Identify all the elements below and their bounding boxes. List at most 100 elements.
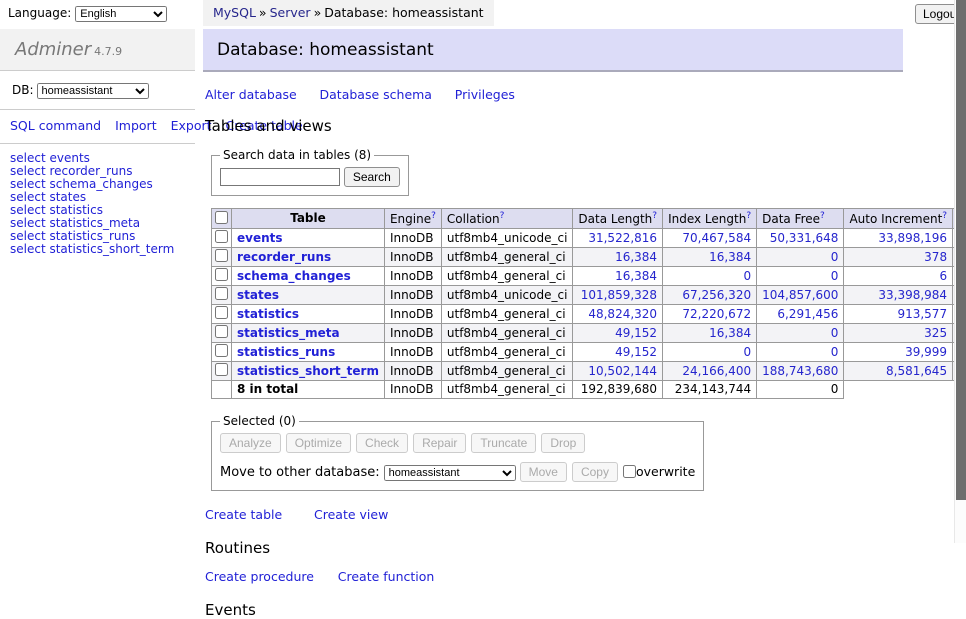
- table-link-statistics[interactable]: statistics: [237, 307, 299, 321]
- data-length-link[interactable]: 31,522,816: [588, 231, 657, 245]
- data-length-link[interactable]: 16,384: [615, 250, 657, 264]
- language-select[interactable]: English: [75, 6, 167, 22]
- create-table-link[interactable]: Create table: [205, 507, 282, 522]
- sidebar-item-events[interactable]: select events: [10, 152, 187, 165]
- move-database-select[interactable]: homeassistant: [384, 465, 516, 481]
- help-link[interactable]: ?: [500, 211, 505, 221]
- index-length-link[interactable]: 16,384: [709, 326, 751, 340]
- create-procedure-link[interactable]: Create procedure: [205, 569, 314, 584]
- move-button[interactable]: Move: [520, 462, 567, 482]
- data-length-link[interactable]: 48,824,320: [588, 307, 657, 321]
- analyze-button[interactable]: Analyze: [220, 433, 281, 453]
- sidebar-item-statistics_short_term[interactable]: select statistics_short_term: [10, 243, 187, 256]
- sidebar-action-sql-command[interactable]: SQL command: [10, 118, 101, 133]
- table-link-statistics_runs[interactable]: statistics_runs: [237, 345, 335, 359]
- help-link[interactable]: ?: [820, 211, 825, 221]
- breadcrumb-link-server[interactable]: Server: [270, 5, 311, 20]
- data-free-link[interactable]: 188,743,680: [762, 364, 838, 378]
- breadcrumb-current: Database: homeassistant: [324, 5, 483, 20]
- data-free-link[interactable]: 0: [831, 250, 839, 264]
- index-length-link[interactable]: 16,384: [709, 250, 751, 264]
- table-row-states: statesInnoDButf8mb4_unicode_ci101,859,32…: [212, 286, 966, 305]
- data-length-link[interactable]: 49,152: [615, 326, 657, 340]
- db-select[interactable]: homeassistant: [37, 83, 149, 99]
- vertical-scrollbar[interactable]: [954, 0, 966, 543]
- select-all-checkbox[interactable]: [215, 211, 228, 224]
- data-length-link[interactable]: 16,384: [615, 269, 657, 283]
- data-length-link[interactable]: 10,502,144: [588, 364, 657, 378]
- row-checkbox[interactable]: [215, 249, 228, 262]
- data-free-link[interactable]: 6,291,456: [777, 307, 838, 321]
- drop-button[interactable]: Drop: [541, 433, 585, 453]
- check-button[interactable]: Check: [356, 433, 408, 453]
- data-free-link[interactable]: 0: [831, 345, 839, 359]
- alter-database-link[interactable]: Alter database: [205, 87, 297, 102]
- table-link-events[interactable]: events: [237, 231, 283, 245]
- repair-button[interactable]: Repair: [413, 433, 466, 453]
- optimize-button[interactable]: Optimize: [286, 433, 351, 453]
- sidebar-item-schema_changes[interactable]: select schema_changes: [10, 178, 187, 191]
- checkbox-cell: [212, 229, 232, 248]
- overwrite-checkbox[interactable]: [623, 465, 636, 478]
- sidebar-item-statistics_meta[interactable]: select statistics_meta: [10, 217, 187, 230]
- breadcrumb-link-mysql[interactable]: MySQL: [213, 5, 256, 20]
- auto-increment-link[interactable]: 33,898,196: [878, 231, 947, 245]
- copy-button[interactable]: Copy: [572, 462, 618, 482]
- scrollbar-thumb[interactable]: [956, 0, 966, 500]
- table-name-cell: recorder_runs: [232, 248, 385, 267]
- data-free-link[interactable]: 50,331,648: [770, 231, 839, 245]
- table-link-recorder_runs[interactable]: recorder_runs: [237, 250, 331, 264]
- data-length-link[interactable]: 49,152: [615, 345, 657, 359]
- row-checkbox[interactable]: [215, 268, 228, 281]
- index-length-link[interactable]: 0: [743, 269, 751, 283]
- index-length-link[interactable]: 0: [743, 345, 751, 359]
- database-schema-link[interactable]: Database schema: [320, 87, 432, 102]
- data-length-link[interactable]: 101,859,328: [581, 288, 657, 302]
- sidebar-item-states[interactable]: select states: [10, 191, 187, 204]
- truncate-button[interactable]: Truncate: [471, 433, 536, 453]
- index-length-link[interactable]: 24,166,400: [682, 364, 751, 378]
- index-length-link[interactable]: 70,467,584: [682, 231, 751, 245]
- table-link-schema_changes[interactable]: schema_changes: [237, 269, 351, 283]
- overwrite-option: overwrite: [623, 464, 695, 479]
- table-link-states[interactable]: states: [237, 288, 279, 302]
- table-link-statistics_short_term[interactable]: statistics_short_term: [237, 364, 379, 378]
- table-row-statistics_short_term: statistics_short_termInnoDButf8mb4_gener…: [212, 362, 966, 381]
- privileges-link[interactable]: Privileges: [455, 87, 515, 102]
- sidebar-action-import[interactable]: Import: [115, 118, 157, 133]
- data-free-link[interactable]: 0: [831, 326, 839, 340]
- row-checkbox[interactable]: [215, 344, 228, 357]
- row-checkbox[interactable]: [215, 230, 228, 243]
- search-input[interactable]: [220, 168, 340, 186]
- row-checkbox[interactable]: [215, 363, 228, 376]
- create-view-link[interactable]: Create view: [314, 507, 388, 522]
- data-free-link[interactable]: 0: [831, 269, 839, 283]
- auto-increment-link[interactable]: 39,999: [905, 345, 947, 359]
- auto-increment-link[interactable]: 33,398,984: [878, 288, 947, 302]
- help-link[interactable]: ?: [431, 211, 436, 221]
- sidebar-item-statistics[interactable]: select statistics: [10, 204, 187, 217]
- auto-increment-link[interactable]: 8,581,645: [886, 364, 947, 378]
- index-length-link[interactable]: 67,256,320: [682, 288, 751, 302]
- column-header-auto-increment: Auto Increment?: [844, 209, 953, 229]
- auto-increment-link[interactable]: 913,577: [897, 307, 947, 321]
- help-link[interactable]: ?: [942, 211, 947, 221]
- index-length-link[interactable]: 72,220,672: [682, 307, 751, 321]
- auto-increment-link[interactable]: 325: [924, 326, 947, 340]
- auto-increment-link[interactable]: 6: [939, 269, 947, 283]
- sidebar-item-statistics_runs[interactable]: select statistics_runs: [10, 230, 187, 243]
- data-free-link[interactable]: 104,857,600: [762, 288, 838, 302]
- engine-cell: InnoDB: [384, 324, 441, 343]
- row-checkbox[interactable]: [215, 287, 228, 300]
- tables-list: Table Engine? Collation? Data Length? In…: [211, 208, 966, 399]
- search-button[interactable]: Search: [344, 167, 400, 187]
- help-link[interactable]: ?: [652, 211, 657, 221]
- sidebar-item-recorder_runs[interactable]: select recorder_runs: [10, 165, 187, 178]
- create-function-link[interactable]: Create function: [338, 569, 435, 584]
- row-checkbox[interactable]: [215, 306, 228, 319]
- auto-increment-link[interactable]: 378: [924, 250, 947, 264]
- row-checkbox[interactable]: [215, 325, 228, 338]
- auto-increment-cell: 6: [844, 267, 953, 286]
- help-link[interactable]: ?: [746, 211, 751, 221]
- table-link-statistics_meta[interactable]: statistics_meta: [237, 326, 340, 340]
